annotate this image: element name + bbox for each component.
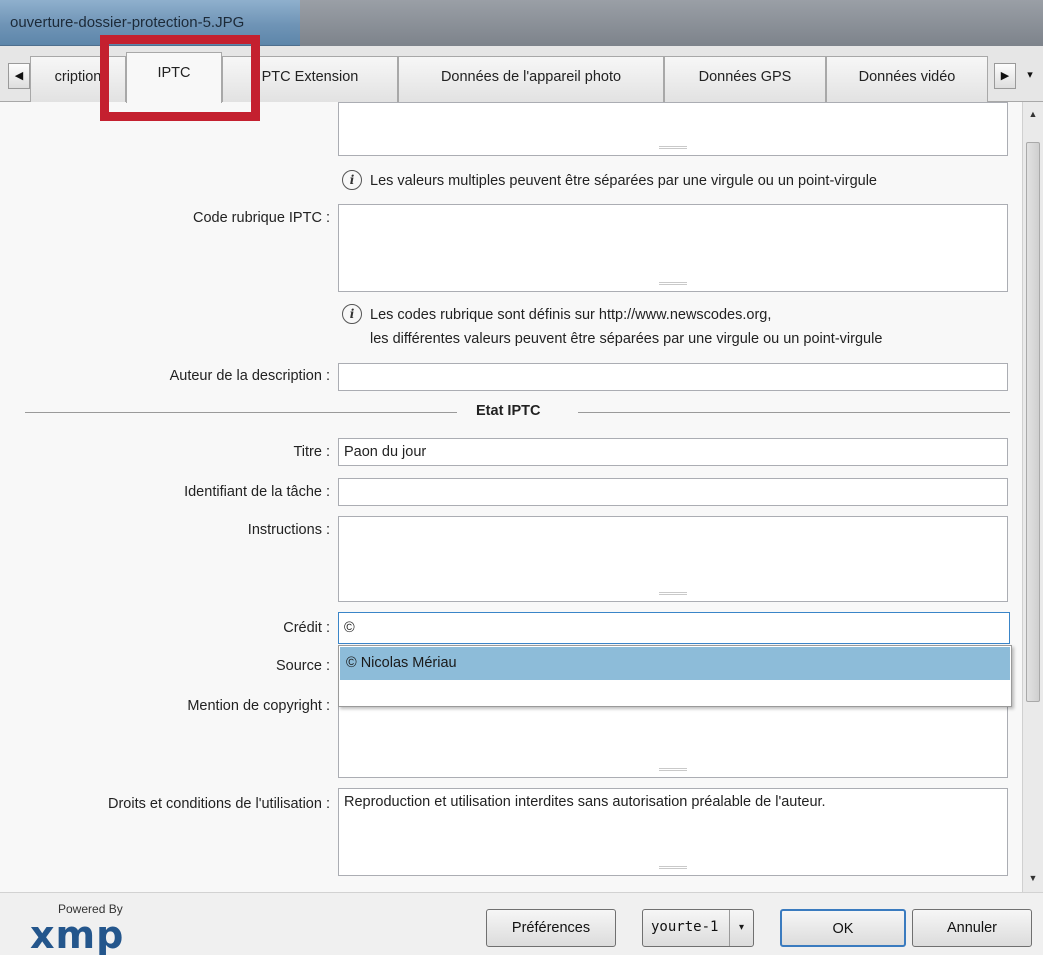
tab-camera-data[interactable]: Données de l'appareil photo: [398, 56, 664, 102]
source-label: Source :: [276, 658, 330, 674]
resize-grip: [659, 866, 687, 869]
resize-grip: [659, 282, 687, 285]
cancel-button[interactable]: Annuler: [912, 909, 1032, 947]
window-title: ouverture-dossier-protection-5.JPG: [10, 14, 245, 31]
tab-menu-button[interactable]: ▾: [1020, 63, 1040, 89]
instructions-label: Instructions :: [247, 522, 330, 538]
preferences-button[interactable]: Préférences: [486, 909, 616, 947]
copyright-label: Mention de copyright :: [187, 698, 330, 714]
resize-grip: [659, 146, 687, 149]
identifiant-label: Identifiant de la tâche :: [184, 484, 330, 500]
code-rubrique-label: Code rubrique IPTC :: [192, 210, 330, 226]
identifiant-input[interactable]: [338, 478, 1008, 506]
tab-label: Données vidéo: [858, 69, 956, 85]
iptc-panel: i Les valeurs multiples peuvent être sép…: [0, 102, 1022, 892]
resize-grip: [659, 768, 687, 771]
credit-input[interactable]: ©: [338, 612, 1010, 644]
tab-scroll-left-button[interactable]: ◀: [8, 63, 30, 89]
scrollbar-thumb[interactable]: [1026, 142, 1040, 702]
scroll-down-button[interactable]: ▼: [1025, 870, 1041, 886]
section-divider-right: [578, 412, 1010, 413]
auteur-label: Auteur de la description :: [169, 368, 330, 384]
code-rubrique-textarea[interactable]: [338, 204, 1008, 292]
titre-input[interactable]: Paon du jour: [338, 438, 1008, 466]
template-select[interactable]: yourte-1 ▾: [642, 909, 754, 947]
tab-label: Données GPS: [698, 69, 792, 85]
credit-autocomplete-dropdown: © Nicolas Mériau: [338, 645, 1012, 707]
ok-button[interactable]: OK: [780, 909, 906, 947]
tab-label: Données de l'appareil photo: [440, 69, 622, 85]
keywords-textarea[interactable]: [338, 102, 1008, 156]
info-codes-line1: Les codes rubrique sont définis sur http…: [370, 307, 772, 323]
tab-video-data[interactable]: Données vidéo: [826, 56, 988, 102]
section-title: Etat IPTC: [476, 403, 541, 419]
instructions-textarea[interactable]: [338, 516, 1008, 602]
tab-scroll-right-button[interactable]: ▶: [994, 63, 1016, 89]
auteur-input[interactable]: [338, 363, 1008, 391]
autocomplete-option[interactable]: © Nicolas Mériau: [340, 647, 1010, 680]
highlight-box: [100, 35, 260, 121]
titre-label: Titre :: [293, 444, 330, 460]
credit-label: Crédit :: [283, 620, 330, 636]
section-divider-left: [25, 412, 457, 413]
info-icon: i: [342, 170, 362, 190]
chevron-down-icon: ▾: [729, 910, 753, 946]
info-icon: i: [342, 304, 362, 324]
tab-label: PTC Extension: [261, 69, 359, 85]
xmp-logo: xmp: [30, 913, 125, 955]
info-multiple-values: Les valeurs multiples peuvent être sépar…: [370, 173, 877, 189]
droits-textarea[interactable]: Reproduction et utilisation interdites s…: [338, 788, 1008, 876]
droits-label: Droits et conditions de l'utilisation :: [108, 796, 330, 812]
dialog-footer: Powered By xmp Préférences yourte-1 ▾ OK…: [0, 892, 1043, 955]
template-select-value: yourte-1: [651, 919, 719, 935]
vertical-scrollbar[interactable]: ▲ ▼: [1022, 102, 1043, 892]
resize-grip: [659, 592, 687, 595]
tab-gps-data[interactable]: Données GPS: [664, 56, 826, 102]
title-bar-filler: [300, 0, 1043, 46]
info-codes-line2: les différentes valeurs peuvent être sép…: [370, 331, 883, 347]
tab-label: cription: [54, 69, 102, 85]
scroll-up-button[interactable]: ▲: [1025, 106, 1041, 122]
